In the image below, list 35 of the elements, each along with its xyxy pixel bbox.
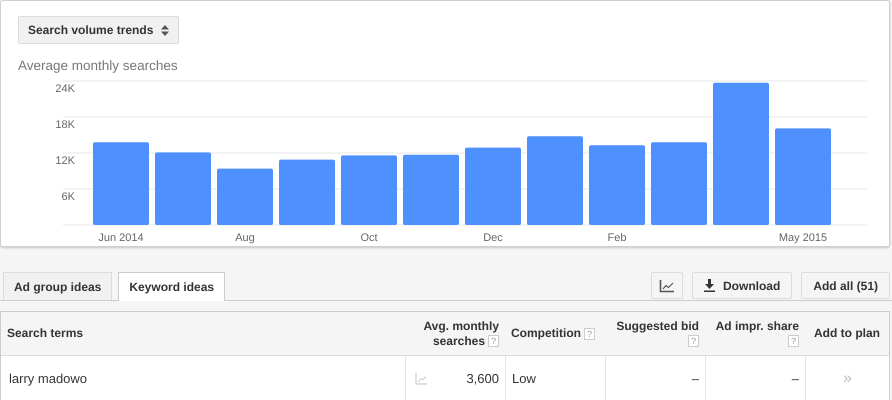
chart-type-dropdown[interactable]: Search volume trends: [18, 16, 180, 44]
x-tick-label: Dec: [483, 232, 503, 244]
bar: [217, 168, 273, 225]
tab[interactable]: Keyword ideas: [118, 272, 226, 301]
table-cell: 3,600: [466, 371, 499, 386]
y-tick-label: 12K: [55, 155, 75, 167]
up-down-arrows-icon: [161, 24, 170, 36]
add-all-button[interactable]: Add all (51): [801, 272, 890, 299]
x-tick-label: Aug: [235, 232, 255, 244]
bar: [341, 155, 397, 225]
table-cell: –: [605, 356, 705, 400]
chart-title: Average monthly searches: [18, 58, 179, 74]
table-cell: –: [705, 356, 805, 400]
x-tick-label: Oct: [360, 232, 378, 244]
x-tick-label: Jun 2014: [98, 232, 144, 244]
table-cell-text: larry madowo: [8, 370, 88, 388]
column-header: Add to plan: [813, 325, 881, 342]
bar: [403, 154, 459, 225]
y-tick-label: 6K: [62, 191, 75, 203]
column-header: Search terms: [6, 325, 84, 342]
x-tick-label: May 2015: [778, 232, 828, 244]
column-header: Suggested bid ?: [615, 318, 700, 350]
column-header: Competition ?: [505, 312, 605, 355]
download-icon: [704, 279, 715, 292]
y-tick-label: 18K: [55, 119, 75, 131]
column-header: Avg. monthly searches ?: [422, 318, 500, 350]
y-tick-label: 24K: [55, 83, 75, 95]
column-header: Ad impr. share ?: [714, 318, 800, 350]
chart-toggle-button[interactable]: [650, 272, 683, 299]
x-tick-label: Feb: [608, 232, 626, 244]
table-cell: Low: [505, 356, 605, 400]
bar: [279, 160, 335, 225]
download-button[interactable]: Download: [692, 272, 792, 299]
line-chart-icon: [658, 278, 675, 292]
tab[interactable]: Ad group ideas: [3, 272, 112, 300]
